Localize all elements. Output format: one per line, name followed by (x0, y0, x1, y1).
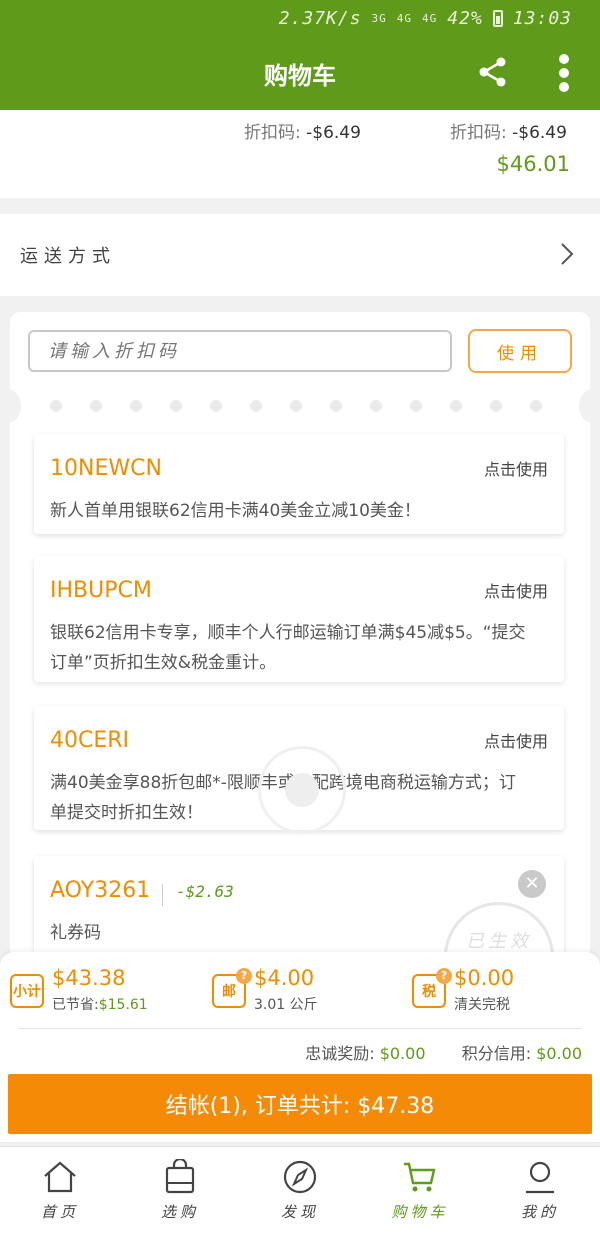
tab-label: 发现 (280, 1203, 319, 1221)
tab-me[interactable]: 我的 (500, 1159, 580, 1229)
postage-amount: $4.00 (254, 966, 315, 990)
remove-coupon-icon[interactable]: ✕ (518, 870, 546, 898)
shipping-method-label: 运送方式 (20, 246, 116, 267)
tax-note: 清关完税 (454, 997, 510, 1013)
discount-label: 折扣码: (244, 123, 301, 143)
checkout-button[interactable]: 结帐(1), 订单共计: $47.38 (8, 1074, 592, 1134)
use-coupon-link[interactable]: 点击使用 (484, 578, 548, 602)
tax-amount: $0.00 (454, 966, 515, 990)
clock: 13:03 (512, 7, 572, 29)
user-icon (526, 1161, 554, 1194)
coupon-value: -$2.63 (176, 882, 234, 901)
order-total: $46.01 (496, 152, 570, 176)
coupon-description: 新人首单用银联62信用卡满40美金立减10美金！ (50, 501, 421, 521)
saved-line: 已节省:$15.61 (52, 994, 148, 1014)
apply-code-button[interactable]: 使用 (468, 329, 572, 373)
help-icon[interactable]: ? (436, 968, 452, 984)
divider (18, 1028, 582, 1029)
credit-value: $0.00 (536, 1044, 582, 1063)
app-header: 购物车 (0, 36, 600, 110)
chevron-right-icon (561, 243, 574, 265)
share-icon[interactable] (478, 57, 508, 87)
tab-home[interactable]: 首页 (20, 1159, 100, 1229)
saved-amount: $15.61 (98, 997, 148, 1013)
status-bar: 2.37K/s 3G 4G 4G 42% 13:03 (0, 0, 600, 36)
saved-label: 已节省: (52, 997, 99, 1013)
home-icon (44, 1161, 76, 1193)
tab-label: 我的 (520, 1203, 559, 1221)
shopping-bag-icon (165, 1159, 195, 1194)
discount-label: 折扣码: (450, 123, 507, 143)
use-coupon-link[interactable]: 点击使用 (484, 728, 548, 752)
bottom-tab-bar: 首页 选购 发现 购物车 我的 (0, 1146, 600, 1233)
ticket-divider (10, 390, 590, 422)
loyalty-value: $0.00 (379, 1044, 426, 1063)
shipping-method-row[interactable]: 运送方式 (0, 214, 600, 296)
network-speed: 2.37K/s (278, 7, 362, 29)
postage-badge-icon: 邮? (212, 968, 252, 1008)
tab-label: 首页 (40, 1203, 79, 1221)
coupon-card[interactable]: 10NEWCN 点击使用 新人首单用银联62信用卡满40美金立减10美金！ (34, 434, 564, 534)
compass-icon (283, 1160, 317, 1194)
battery-icon (492, 9, 503, 27)
discount-code-input[interactable] (28, 330, 452, 372)
tab-label: 购物车 (391, 1203, 449, 1221)
page-title: 购物车 (264, 61, 336, 90)
coupon-panel: 使用 10NEWCN 点击使用 新人首单用银联62信用卡满40美金立减10美金！… (10, 312, 590, 1012)
signal-3g-icon: 3G (371, 11, 387, 25)
discount-value: -$6.49 (512, 123, 567, 143)
discount-line-1: 折扣码: -$6.49 (244, 118, 361, 143)
coupon-description: 银联62信用卡专享，顺丰个人行邮运输订单满$45减$5。“提交订单”页折扣生效&… (50, 623, 526, 673)
order-summary-card: 折扣码: -$6.49 折扣码: -$6.49 $46.01 (0, 110, 600, 198)
more-menu-icon[interactable] (558, 54, 570, 92)
discount-value: -$6.49 (306, 123, 361, 143)
coupon-code: AOY3261 (50, 878, 151, 903)
coupon-code: 40CERI (50, 728, 130, 753)
tab-discover[interactable]: 发现 (260, 1159, 340, 1229)
subtotal-badge-icon: 小计 (10, 974, 44, 1008)
cart-icon (404, 1162, 436, 1192)
signal-4g-icon: 4G (396, 11, 413, 25)
postage-weight: 3.01 公斤 (254, 997, 318, 1013)
battery-level: 42% (447, 7, 483, 29)
signal-4g2-icon: 4G (422, 11, 438, 25)
help-icon[interactable]: ? (236, 968, 252, 984)
subtotal-amount: $43.38 (52, 966, 126, 990)
tab-label: 选购 (160, 1203, 199, 1221)
use-coupon-link[interactable]: 点击使用 (484, 456, 548, 480)
coupon-code: IHBUPCM (50, 578, 152, 603)
coupon-card[interactable]: IHBUPCM 点击使用 银联62信用卡专享，顺丰个人行邮运输订单满$45减$5… (34, 556, 564, 682)
divider (162, 884, 163, 906)
loyalty-label: 忠诚奖励: (305, 1044, 375, 1063)
floating-assist-icon[interactable] (258, 746, 346, 834)
credit-label: 积分信用: (461, 1044, 532, 1063)
coupon-code: 10NEWCN (50, 456, 162, 481)
discount-line-2: 折扣码: -$6.49 (450, 118, 567, 143)
loyalty-credit-line: 忠诚奖励: $0.00 积分信用: $0.00 (305, 1040, 582, 1064)
tab-cart[interactable]: 购物车 (380, 1159, 460, 1229)
tax-badge-icon: 税? (412, 968, 452, 1008)
tab-shop[interactable]: 选购 (140, 1159, 220, 1229)
